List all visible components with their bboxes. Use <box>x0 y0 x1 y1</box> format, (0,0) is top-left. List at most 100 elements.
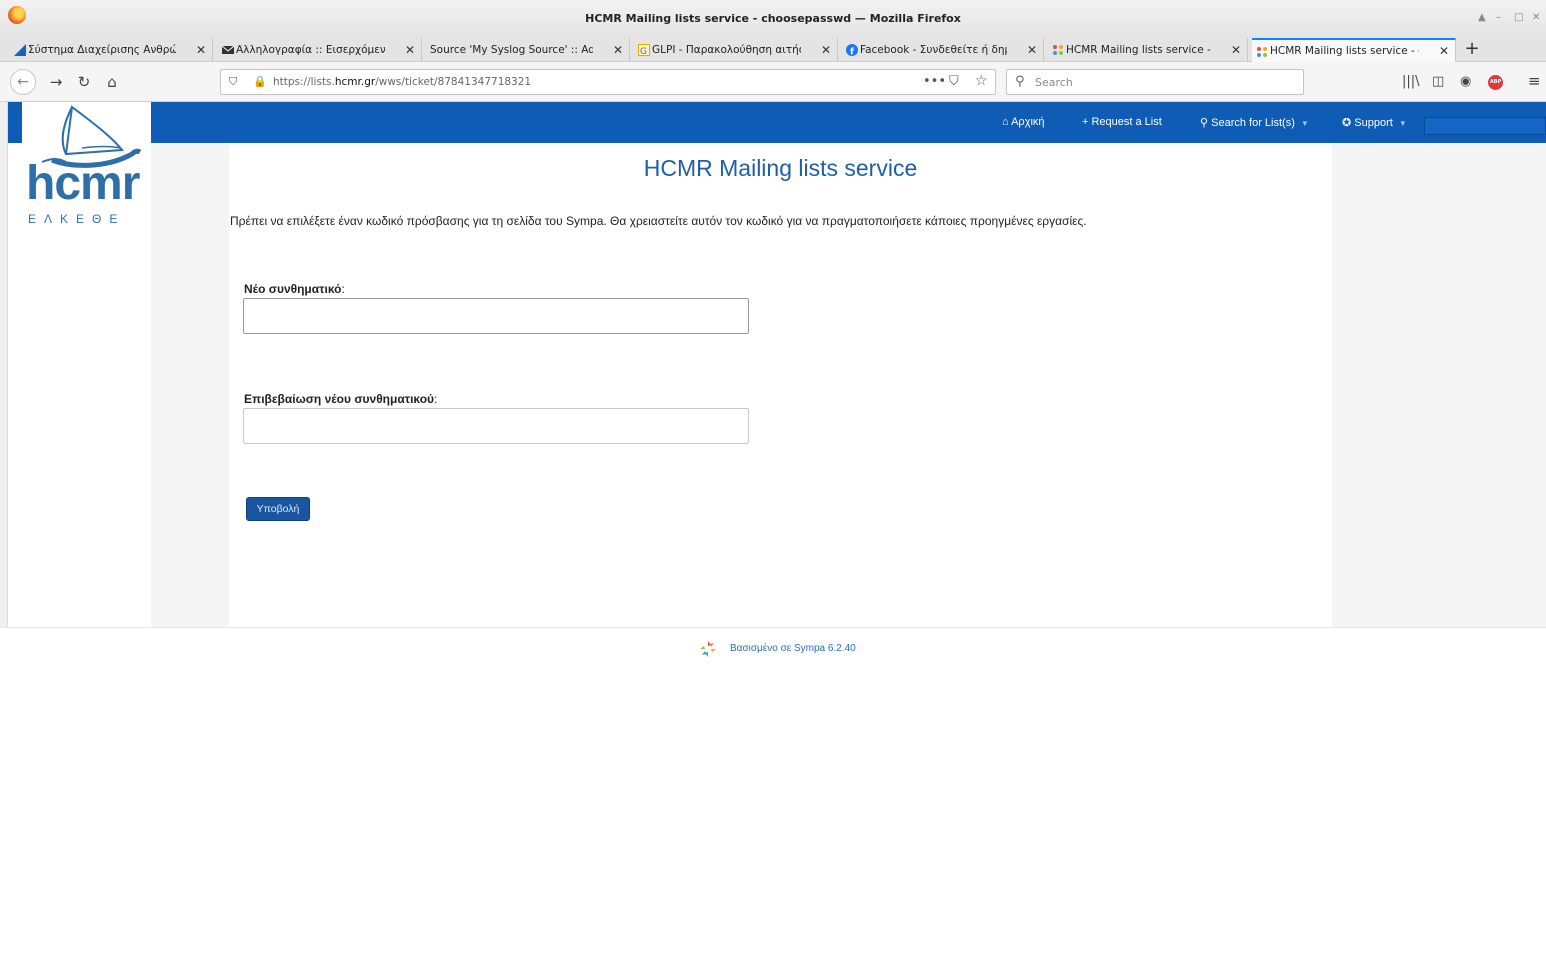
tab-label: Σύστημα Διαχείρισης Ανθρώπ <box>28 44 176 56</box>
window-up-icon[interactable]: ▲ <box>1478 12 1486 23</box>
facebook-icon: f <box>846 44 858 56</box>
confirm-password-label-text: Επιβεβαίωση νέου συνθηματικού <box>244 392 435 406</box>
nav-request-label: Request a List <box>1091 116 1162 128</box>
tab-strip: Σύστημα Διαχείρισης Ανθρώπ ✕ Αλληλογραφί… <box>0 38 1546 62</box>
back-button[interactable]: ← <box>10 69 36 95</box>
home-button[interactable]: ⌂ <box>102 72 122 92</box>
page-left-gutter <box>151 143 229 627</box>
logo-greek-text: ΕΛΚΕΘΕ <box>28 212 126 226</box>
sidebar-icon[interactable]: ◫ <box>1432 74 1444 89</box>
navigation-toolbar: ← → ↻ ⌂ ⛉ 🔒 https://lists.hcmr.gr/wws/ti… <box>0 62 1546 102</box>
tab-label: HCMR Mailing lists service - n <box>1066 44 1211 56</box>
reload-button[interactable]: ↻ <box>74 72 94 92</box>
page-title: HCMR Mailing lists service <box>643 155 918 181</box>
nav-support-label: Support <box>1354 117 1393 129</box>
forward-button[interactable]: → <box>46 72 66 92</box>
close-icon[interactable]: ✕ <box>405 38 415 62</box>
caret-down-icon: ▼ <box>1300 119 1309 128</box>
nav-home-label: Αρχική <box>1011 116 1045 128</box>
intro-sympa: Sympa <box>566 214 604 228</box>
hcmr-logo[interactable]: hcmr ΕΛΚΕΘΕ <box>22 102 151 230</box>
blue-flag-icon <box>14 44 26 56</box>
url-domain: hcmr.gr <box>334 76 376 88</box>
search-icon: ⚲ <box>1015 74 1025 89</box>
search-icon: ⚲ <box>1200 117 1212 129</box>
confirm-password-input[interactable] <box>243 408 749 444</box>
adblock-plus-icon[interactable]: ABP <box>1488 75 1503 90</box>
new-password-input[interactable] <box>243 298 749 334</box>
nav-search-label: Search for List(s) <box>1211 117 1295 129</box>
url-prefix: https://lists. <box>273 76 335 88</box>
hamburger-menu-icon[interactable]: ≡ <box>1528 72 1541 90</box>
intro-text: Πρέπει να επιλέξετε έναν κωδικό πρόσβαση… <box>230 214 1087 228</box>
tab-syslog-source[interactable]: Source 'My Syslog Source' :: Adis ✕ <box>426 38 630 62</box>
page-actions-icon[interactable]: ••• <box>923 74 946 89</box>
close-icon[interactable]: ✕ <box>1439 40 1449 62</box>
tab-hr-system[interactable]: Σύστημα Διαχείρισης Ανθρώπ ✕ <box>10 38 213 62</box>
tab-label: GLPI - Παρακολούθηση αιτήσ <box>652 44 801 56</box>
close-icon[interactable]: ✕ <box>613 38 623 62</box>
svg-text:f: f <box>850 48 854 57</box>
lifebuoy-icon: ✪ <box>1342 117 1355 129</box>
lock-icon[interactable]: 🔒 <box>253 75 267 88</box>
logo-text: hcmr <box>26 157 140 210</box>
new-tab-button[interactable]: + <box>1460 38 1484 62</box>
nav-search-input[interactable] <box>1424 117 1546 135</box>
tab-label: Αλληλογραφία :: Εισερχόμενα <box>236 44 385 56</box>
library-icon[interactable]: |||\ <box>1402 74 1420 89</box>
pocket-icon[interactable]: ⛉ <box>949 74 959 89</box>
bookmark-star-icon[interactable]: ☆ <box>975 73 988 89</box>
close-icon[interactable]: ✕ <box>1027 38 1037 62</box>
sympa-icon <box>1257 47 1267 57</box>
tab-glpi[interactable]: G GLPI - Παρακολούθηση αιτήσ ✕ <box>634 38 838 62</box>
shield-icon[interactable]: ⛉ <box>229 75 237 89</box>
intro-part-b: . Θα χρειαστείτε αυτόν τον κωδικό για να… <box>603 214 1087 228</box>
close-icon[interactable]: ✕ <box>821 38 831 62</box>
url-path: /wws/ticket/87841347718321 <box>375 76 532 88</box>
nav-request-list-link[interactable]: + Request a List <box>1082 116 1162 128</box>
site-navbar: ⌂ Αρχική + Request a List ⚲ Search for L… <box>8 102 1546 143</box>
tab-mail-inbox[interactable]: Αλληλογραφία :: Εισερχόμενα ✕ <box>218 38 422 62</box>
glpi-icon: G <box>638 44 650 56</box>
web-page: ⌂ Αρχική + Request a List ⚲ Search for L… <box>0 102 1546 968</box>
firefox-window: HCMR Mailing lists service - choosepassw… <box>0 0 1546 968</box>
tab-hcmr-lists-n[interactable]: HCMR Mailing lists service - n ✕ <box>1048 38 1248 62</box>
footer-divider <box>0 627 1546 628</box>
new-password-label: Νέο συνθηματικό: <box>244 282 345 296</box>
tab-label: Facebook - Συνδεθείτε ή δημ <box>860 44 1007 56</box>
window-maximize-button[interactable]: □ <box>1514 12 1523 23</box>
nav-home-link[interactable]: ⌂ Αρχική <box>1002 116 1045 128</box>
label-colon: : <box>434 392 438 406</box>
sympa-logo-icon <box>700 641 716 657</box>
search-bar[interactable]: ⚲ Search <box>1006 69 1304 95</box>
close-icon[interactable]: ✕ <box>1231 38 1241 62</box>
footer-text: Βασισμένο σε Sympa 6.2.40 <box>730 643 856 654</box>
url-text[interactable]: https://lists.hcmr.gr/wws/ticket/8784134… <box>273 76 531 88</box>
label-colon: : <box>341 282 345 296</box>
tab-label: HCMR Mailing lists service - c <box>1270 45 1419 57</box>
submit-button[interactable]: Υποβολή <box>246 497 310 521</box>
confirm-password-label: Επιβεβαίωση νέου συνθηματικού: <box>244 392 437 406</box>
svg-text:G: G <box>640 47 647 56</box>
intro-part-a: Πρέπει να επιλέξετε έναν κωδικό πρόσβαση… <box>230 214 567 228</box>
nav-search-lists-link[interactable]: ⚲ Search for List(s) ▼ <box>1200 116 1309 129</box>
search-placeholder: Search <box>1035 76 1073 89</box>
account-icon[interactable]: ◉ <box>1460 74 1471 89</box>
sympa-version-link[interactable]: Sympa 6.2.40 <box>794 643 856 654</box>
url-bar[interactable]: ⛉ 🔒 https://lists.hcmr.gr/wws/ticket/878… <box>220 69 996 95</box>
tab-label: Source 'My Syslog Source' :: Adis <box>430 44 593 56</box>
new-password-label-text: Νέο συνθηματικό <box>244 282 342 296</box>
home-icon: ⌂ <box>1002 116 1012 128</box>
window-title: HCMR Mailing lists service - choosepassw… <box>585 12 961 25</box>
caret-down-icon: ▼ <box>1398 119 1407 128</box>
tab-facebook[interactable]: f Facebook - Συνδεθείτε ή δημ ✕ <box>842 38 1044 62</box>
window-minimize-button[interactable]: – <box>1496 12 1501 23</box>
title-bar: HCMR Mailing lists service - choosepassw… <box>0 0 1546 38</box>
nav-support-link[interactable]: ✪ Support ▼ <box>1342 116 1407 129</box>
tab-hcmr-lists-active[interactable]: HCMR Mailing lists service - c ✕ <box>1252 38 1456 62</box>
page-right-gutter <box>1332 143 1546 627</box>
close-icon[interactable]: ✕ <box>196 38 206 62</box>
window-close-button[interactable]: ✕ <box>1532 12 1540 23</box>
sympa-icon <box>1053 45 1063 55</box>
footer-powered: Βασισμένο σε <box>730 643 794 654</box>
